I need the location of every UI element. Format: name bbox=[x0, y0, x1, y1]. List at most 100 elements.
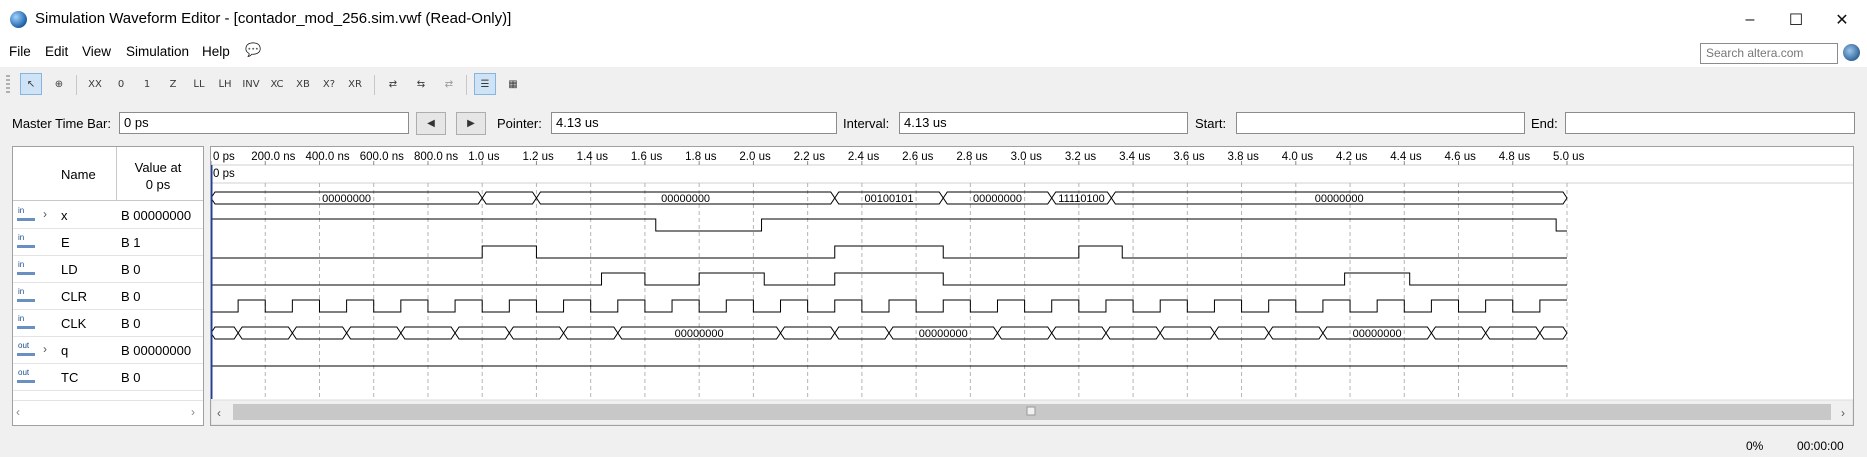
signal-name: q bbox=[61, 343, 69, 358]
time-tick-label: 3.8 us bbox=[1228, 151, 1260, 163]
value-column-header[interactable]: Value at 0 ps bbox=[115, 159, 201, 193]
signal-row-clr[interactable]: in CLR B 0 bbox=[13, 283, 203, 310]
next-transition-button[interactable]: ▶ bbox=[456, 112, 486, 135]
interval-label: Interval: bbox=[843, 116, 890, 131]
grid-settings-icon[interactable]: ☰ bbox=[474, 73, 496, 95]
x-value: 00000000 bbox=[1315, 193, 1364, 205]
selection-tool-icon[interactable]: ↖ bbox=[20, 73, 42, 95]
maximize-button[interactable]: ☐ bbox=[1773, 0, 1819, 40]
start-field[interactable] bbox=[1236, 112, 1525, 134]
signal-row-tc[interactable]: out TC B 0 bbox=[13, 364, 203, 391]
elapsed-time: 00:00:00 bbox=[1797, 439, 1844, 453]
time-tick-label: 3.0 us bbox=[1011, 151, 1043, 163]
status-bar: 0% 00:00:00 bbox=[0, 433, 1867, 457]
time-tick-label: 4.6 us bbox=[1445, 151, 1477, 163]
count-value-icon[interactable]: XC bbox=[266, 73, 288, 95]
time-tick-label: 2.4 us bbox=[848, 151, 880, 163]
close-button[interactable]: ✕ bbox=[1819, 0, 1865, 40]
menu-file[interactable]: File bbox=[9, 44, 31, 59]
signal-name: TC bbox=[61, 370, 79, 385]
value-header-line1: Value at bbox=[134, 160, 182, 175]
time-tick-label: 0 ps bbox=[213, 151, 235, 163]
previous-transition-button[interactable]: ◀ bbox=[416, 112, 446, 135]
q-value: 00000000 bbox=[1353, 328, 1402, 340]
menu-bar: File Edit View Simulation Help 💬 bbox=[0, 40, 1867, 67]
timing-analyzer-icon[interactable]: ▦ bbox=[502, 73, 524, 95]
master-time-bar-label: Master Time Bar: bbox=[12, 116, 111, 131]
random-value-icon[interactable]: XR bbox=[344, 73, 366, 95]
expand-chevron-icon[interactable]: › bbox=[43, 207, 47, 221]
input-pin-icon: in bbox=[17, 261, 35, 277]
weak-low-icon[interactable]: ᒪL bbox=[188, 73, 210, 95]
scroll-left-icon[interactable]: ‹ bbox=[16, 405, 20, 419]
sort-icon[interactable]: ⇄ bbox=[438, 73, 460, 95]
toolbar-separator bbox=[374, 75, 375, 95]
pointer-field[interactable]: 4.13 us bbox=[551, 112, 837, 134]
zoom-tool-icon[interactable]: ⊕ bbox=[48, 73, 70, 95]
time-tick-label: 3.2 us bbox=[1065, 151, 1097, 163]
time-tick-label: 5.0 us bbox=[1553, 151, 1585, 163]
signal-name: LD bbox=[61, 262, 78, 277]
scroll-left-icon: ‹ bbox=[217, 406, 221, 420]
signal-row-x[interactable]: in › x B 00000000 bbox=[13, 202, 203, 229]
time-tick-label: 2.6 us bbox=[902, 151, 934, 163]
interval-field[interactable]: 4.13 us bbox=[899, 112, 1188, 134]
time-tick-label: 1.0 us bbox=[468, 151, 500, 163]
feedback-icon[interactable]: 💬 bbox=[245, 42, 261, 58]
name-column-header[interactable]: Name bbox=[61, 167, 96, 182]
time-tick-label: 4.8 us bbox=[1499, 151, 1531, 163]
scroll-right-icon[interactable]: › bbox=[191, 405, 195, 419]
value-header-line2: 0 ps bbox=[145, 177, 171, 192]
toolbar-grip bbox=[6, 75, 10, 95]
dont-care-icon[interactable]: ⇄ bbox=[382, 73, 404, 95]
time-tick-label: 2.8 us bbox=[956, 151, 988, 163]
forcing-low-icon[interactable]: 0 bbox=[110, 73, 132, 95]
x-segment bbox=[481, 191, 538, 205]
end-field[interactable] bbox=[1565, 112, 1855, 134]
signal-name: CLK bbox=[61, 316, 87, 331]
time-tick-label: 600.0 ns bbox=[360, 151, 404, 163]
master-time-bar-field[interactable]: 0 ps bbox=[119, 112, 409, 134]
e-waveform bbox=[211, 218, 1567, 232]
q-segment bbox=[1539, 326, 1568, 340]
menu-help[interactable]: Help bbox=[202, 44, 230, 59]
input-pin-icon: in bbox=[17, 234, 35, 250]
signal-value: B 00000000 bbox=[121, 343, 192, 358]
forcing-high-icon[interactable]: 1 bbox=[136, 73, 158, 95]
snap-to-grid-icon[interactable]: ⇆ bbox=[410, 73, 432, 95]
x-value: 11110100 bbox=[1058, 193, 1105, 205]
weak-high-icon[interactable]: ᒪH bbox=[214, 73, 236, 95]
time-tick-label: 1.4 us bbox=[577, 151, 609, 163]
signal-row-clk[interactable]: in CLK B 0 bbox=[13, 310, 203, 337]
signal-value: B 0 bbox=[121, 289, 141, 304]
time-tick-label: 1.8 us bbox=[685, 151, 717, 163]
signal-row-e[interactable]: in E B 1 bbox=[13, 229, 203, 256]
minimize-button[interactable]: – bbox=[1727, 0, 1773, 40]
q-segment bbox=[211, 326, 239, 340]
waveform-panel[interactable]: 0 ps 200.0 ns 400.0 ns 600.0 ns 800.0 ns 1.0 … bbox=[210, 146, 1854, 426]
menu-edit[interactable]: Edit bbox=[45, 44, 68, 59]
forcing-unknown-icon[interactable]: XX bbox=[84, 73, 106, 95]
globe-icon[interactable] bbox=[1843, 44, 1860, 61]
end-label: End: bbox=[1531, 116, 1558, 131]
signal-list-scrollbar[interactable]: ‹ › bbox=[13, 400, 203, 425]
expand-chevron-icon[interactable]: › bbox=[43, 342, 47, 356]
menu-view[interactable]: View bbox=[82, 44, 111, 59]
invert-icon[interactable]: INV bbox=[240, 73, 262, 95]
time-tick-label: 1.2 us bbox=[522, 151, 554, 163]
signal-row-ld[interactable]: in LD B 0 bbox=[13, 256, 203, 283]
pointer-label: Pointer: bbox=[497, 116, 542, 131]
input-pin-icon: in bbox=[17, 315, 35, 331]
arbitrary-value-icon[interactable]: X? bbox=[318, 73, 340, 95]
clr-waveform bbox=[211, 272, 1567, 286]
menu-simulation[interactable]: Simulation bbox=[126, 44, 189, 59]
signal-row-q[interactable]: out › q B 00000000 bbox=[13, 337, 203, 364]
time-tick-label: 200.0 ns bbox=[251, 151, 295, 163]
x-value: 00000000 bbox=[973, 193, 1022, 205]
search-input[interactable]: Search altera.com bbox=[1700, 43, 1838, 64]
high-impedance-icon[interactable]: Z bbox=[162, 73, 184, 95]
progress-text: 0% bbox=[1746, 439, 1764, 453]
clock-value-icon[interactable]: XB bbox=[292, 73, 314, 95]
time-tick-label: 4.4 us bbox=[1390, 151, 1422, 163]
waveform-canvas[interactable]: 0 ps 200.0 ns 400.0 ns 600.0 ns 800.0 ns 1.0 … bbox=[211, 147, 1853, 425]
